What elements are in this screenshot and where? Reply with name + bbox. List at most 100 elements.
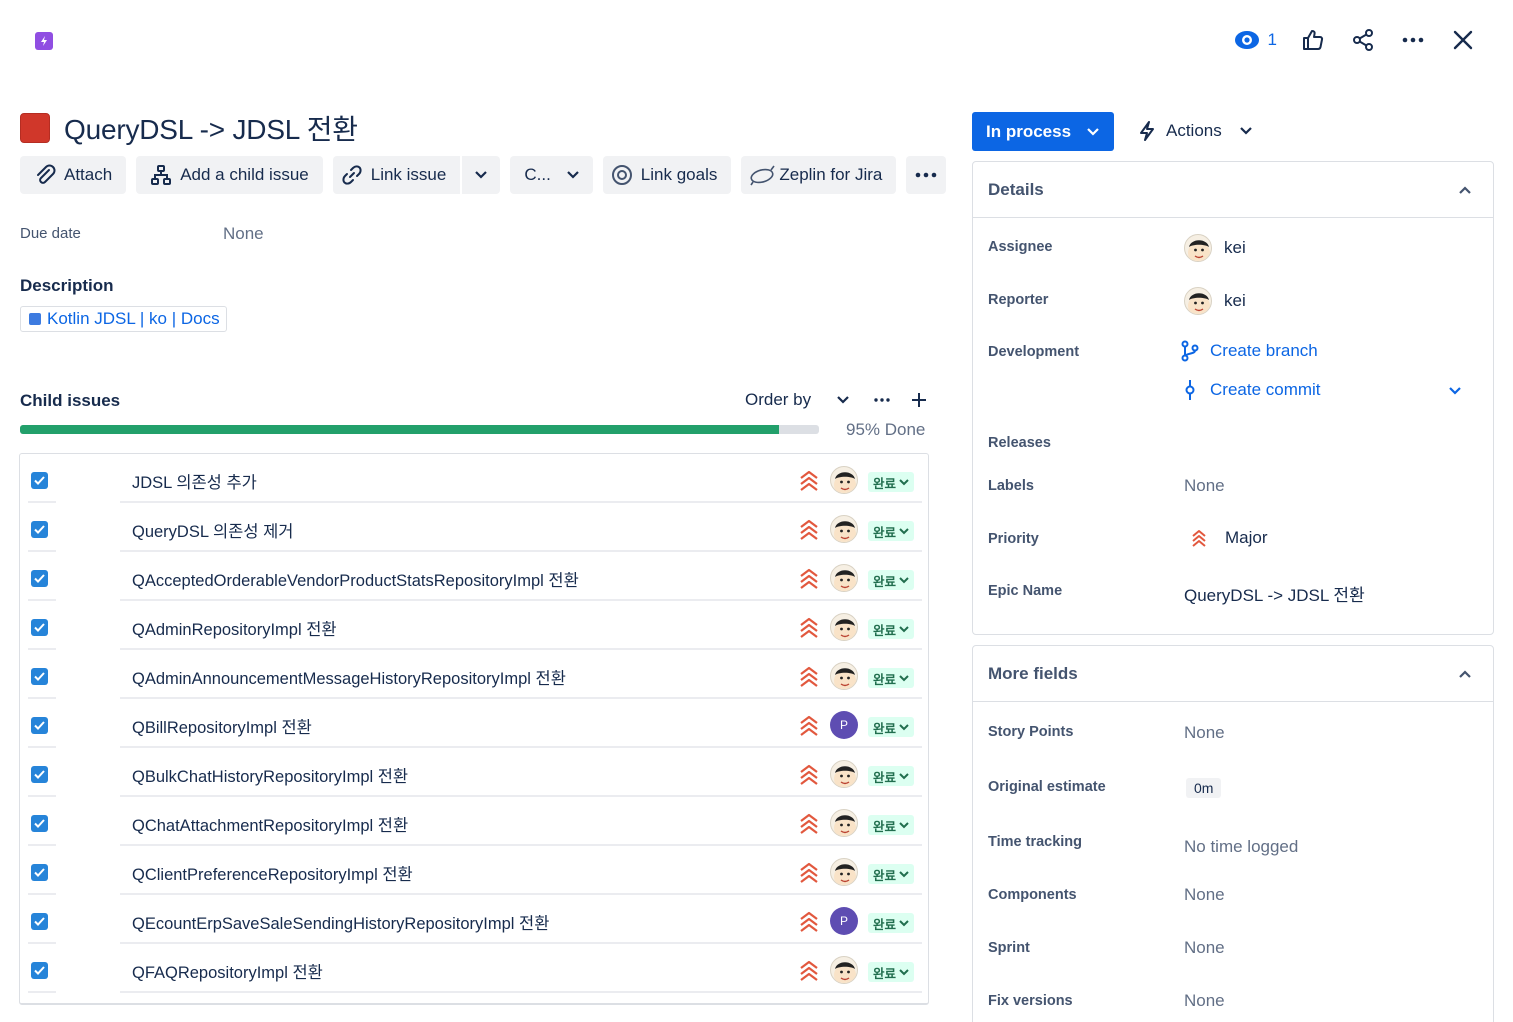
reporter-field[interactable]: kei [1184, 287, 1246, 315]
child-issue-row[interactable]: QAcceptedOrderableVendorProductStatsRepo… [20, 552, 928, 601]
epic-name-value[interactable]: QueryDSL -> JDSL 전환 [1184, 581, 1365, 606]
more-button[interactable] [1399, 26, 1427, 54]
status-badge[interactable]: 완료 [868, 570, 915, 590]
child-issue-summary[interactable]: QFAQRepositoryImpl 전환 [132, 959, 323, 983]
child-issue-row[interactable]: QAdminRepositoryImpl 전환 완료 [20, 601, 928, 650]
original-estimate-value: 0m [1186, 778, 1222, 798]
child-issue-row[interactable]: QueryDSL 의존성 제거 완료 [20, 503, 928, 552]
avatar [830, 858, 858, 886]
status-badge[interactable]: 완료 [868, 766, 915, 786]
reporter-value: kei [1224, 291, 1246, 310]
priority-major-icon [799, 567, 819, 594]
done-checkbox-icon [31, 619, 48, 636]
child-issue-row[interactable]: QBillRepositoryImpl 전환 P 완료 [20, 699, 928, 748]
status-badge[interactable]: 완료 [868, 668, 915, 688]
epic-icon[interactable] [35, 32, 53, 50]
hierarchy-icon [151, 165, 172, 185]
status-badge[interactable]: 완료 [868, 864, 915, 884]
fix-versions-value[interactable]: None [1184, 991, 1225, 1011]
due-date-label: Due date [20, 225, 81, 242]
link-issue-dropdown[interactable] [462, 156, 500, 194]
fix-versions-label: Fix versions [988, 993, 1073, 1009]
details-panel-header[interactable]: Details [973, 162, 1493, 218]
due-date-value[interactable]: None [223, 224, 264, 244]
labels-value[interactable]: None [1184, 476, 1225, 496]
status-badge[interactable]: 완료 [868, 962, 915, 982]
target-icon [611, 165, 632, 185]
assignee-field[interactable]: kei [1184, 234, 1246, 262]
more-icon[interactable] [873, 397, 891, 403]
child-issue-summary[interactable]: QAdminRepositoryImpl 전환 [132, 616, 337, 640]
child-issue-row[interactable]: QAdminAnnouncementMessageHistoryReposito… [20, 650, 928, 699]
child-issue-summary[interactable]: QueryDSL 의존성 제거 [132, 518, 294, 542]
issue-title[interactable]: QueryDSL -> JDSL 전환 [64, 108, 358, 148]
status-badge[interactable]: 완료 [868, 472, 915, 492]
status-badge[interactable]: 완료 [868, 913, 915, 933]
like-button[interactable] [1299, 26, 1327, 54]
toolbar-more-button[interactable] [906, 156, 947, 194]
priority-major-icon [799, 812, 819, 839]
description-link[interactable]: Kotlin JDSL | ko | Docs [20, 306, 227, 332]
child-issue-summary[interactable]: QEcountErpSaveSaleSendingHistoryReposito… [132, 910, 549, 934]
priority-label: Priority [988, 531, 1039, 547]
status-badge-label: 완료 [873, 476, 897, 491]
watch-button[interactable]: 1 [1234, 29, 1277, 51]
due-date-field: Due date None [20, 224, 264, 244]
sprint-value[interactable]: None [1184, 938, 1225, 958]
attach-button[interactable]: Attach [20, 156, 127, 194]
zeplin-button[interactable]: Zeplin for Jira [741, 156, 897, 194]
actions-button[interactable]: Actions [1138, 120, 1252, 142]
time-tracking-value[interactable]: No time logged [1184, 837, 1298, 857]
avatar [830, 809, 858, 837]
create-commit-label: Create commit [1210, 380, 1321, 399]
more-fields-heading: More fields [988, 663, 1078, 683]
done-checkbox-icon [31, 766, 48, 783]
child-issue-row[interactable]: QChatAttachmentRepositoryImpl 전환 완료 [20, 797, 928, 846]
child-issue-row[interactable]: QFAQRepositoryImpl 전환 완료 [20, 944, 928, 993]
child-issue-summary[interactable]: JDSL 의존성 추가 [132, 469, 257, 493]
priority-major-icon [1192, 530, 1206, 547]
status-badge[interactable]: 완료 [868, 619, 915, 639]
description-link-text: Kotlin JDSL | ko | Docs [47, 309, 220, 328]
avatar [830, 564, 858, 592]
add-child-label: Add a child issue [180, 165, 309, 184]
child-issue-summary[interactable]: QAdminAnnouncementMessageHistoryReposito… [132, 665, 566, 689]
create-commit-link[interactable]: Create commit [1180, 379, 1321, 401]
create-branch-label: Create branch [1210, 341, 1318, 360]
description-heading: Description [20, 276, 114, 295]
priority-major-icon [799, 714, 819, 741]
child-issue-summary[interactable]: QAcceptedOrderableVendorProductStatsRepo… [132, 567, 579, 591]
add-child-issue-button[interactable]: Add a child issue [136, 156, 323, 194]
components-value[interactable]: None [1184, 885, 1225, 905]
priority-value: Major [1225, 528, 1268, 547]
create-branch-link[interactable]: Create branch [1180, 340, 1318, 362]
chevron-down-icon[interactable] [1449, 387, 1461, 395]
link-issue-button[interactable]: Link issue [333, 156, 463, 194]
child-issue-summary[interactable]: QBulkChatHistoryRepositoryImpl 전환 [132, 763, 408, 787]
more-fields-panel-header[interactable]: More fields [973, 646, 1493, 702]
child-issue-row[interactable]: QBulkChatHistoryRepositoryImpl 전환 완료 [20, 748, 928, 797]
child-issue-summary[interactable]: QClientPreferenceRepositoryImpl 전환 [132, 861, 413, 885]
issue-type-icon[interactable] [20, 113, 50, 143]
c-menu-button[interactable]: C... [510, 156, 593, 194]
chevron-down-icon [899, 576, 909, 583]
child-issue-summary[interactable]: QBillRepositoryImpl 전환 [132, 714, 312, 738]
story-points-value[interactable]: None [1184, 723, 1225, 743]
order-by-button[interactable]: Order by [745, 390, 811, 410]
priority-field[interactable]: Major [1191, 528, 1268, 548]
link-goals-button[interactable]: Link goals [602, 156, 732, 194]
chevron-down-icon[interactable] [837, 396, 849, 404]
child-issue-row[interactable]: QClientPreferenceRepositoryImpl 전환 완료 [20, 846, 928, 895]
child-issue-summary[interactable]: QChatAttachmentRepositoryImpl 전환 [132, 812, 408, 836]
child-issue-row[interactable]: QEcountErpSaveSaleSendingHistoryReposito… [20, 895, 928, 944]
status-badge[interactable]: 완료 [868, 815, 915, 835]
original-estimate-field[interactable]: 0m [1186, 778, 1222, 798]
status-badge[interactable]: 완료 [868, 521, 915, 541]
status-button[interactable]: In process [972, 112, 1114, 151]
status-badge[interactable]: 완료 [868, 717, 915, 737]
plus-icon[interactable] [911, 392, 927, 408]
child-issue-row[interactable]: JDSL 의존성 추가 완료 [20, 454, 928, 503]
share-button[interactable] [1349, 26, 1377, 54]
releases-label: Releases [988, 435, 1051, 451]
close-button[interactable] [1449, 26, 1477, 54]
